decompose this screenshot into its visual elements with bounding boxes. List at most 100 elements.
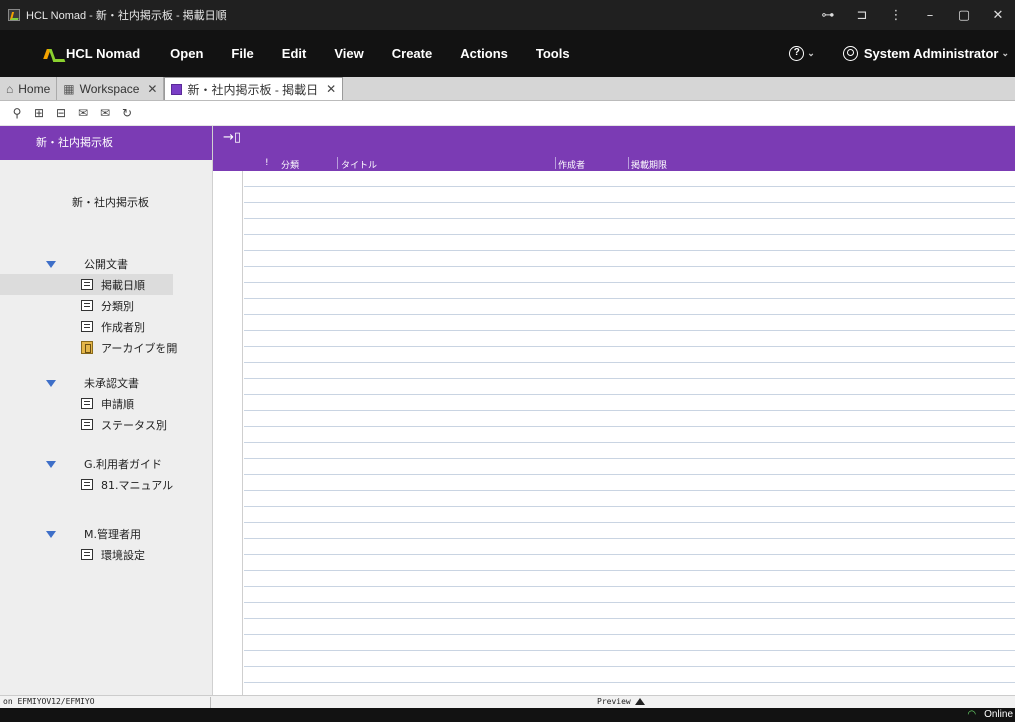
row-separator: [244, 618, 1015, 619]
document-list[interactable]: [244, 171, 1015, 695]
user-menu[interactable]: System Administrator ⌄: [842, 46, 1009, 61]
nav-item-label: アーカイブを開: [101, 341, 178, 355]
hcl-nomad-logo-icon: [44, 47, 62, 61]
menu-actions[interactable]: Actions: [460, 46, 508, 61]
row-separator: [244, 186, 1015, 187]
tab-home[interactable]: ⌂ Home: [0, 77, 58, 100]
column-separator[interactable]: [337, 157, 338, 169]
column-headers: ! 分類 タイトル 作成者 掲載期限: [243, 156, 1015, 171]
tab-bulletin-label: 新・社内掲示板 - 掲載日: [187, 82, 319, 97]
view-icon: [81, 279, 93, 290]
section-header[interactable]: M.管理者用: [0, 524, 213, 544]
nav-item-by-author[interactable]: 作成者別: [0, 316, 213, 337]
column-author[interactable]: 作成者: [558, 158, 585, 171]
column-category[interactable]: 分類: [281, 158, 299, 171]
section-label: 未承認文書: [84, 377, 139, 390]
archive-icon: [81, 341, 93, 354]
refresh-icon[interactable]: ↻: [116, 106, 138, 120]
preview-label: Preview: [597, 697, 631, 706]
preview-toggle[interactable]: Preview: [597, 697, 645, 706]
maximize-button[interactable]: ▢: [947, 8, 981, 23]
close-icon[interactable]: ✕: [326, 82, 336, 96]
row-separator: [244, 202, 1015, 203]
nav-item-by-date[interactable]: 掲載日順: [0, 274, 173, 295]
grid-icon: ▦: [63, 81, 75, 96]
search-icon[interactable]: ⚲: [6, 106, 28, 120]
section-label: M.管理者用: [84, 528, 141, 541]
nav-item-manual[interactable]: 81.マニュアル: [0, 474, 213, 495]
menu-edit[interactable]: Edit: [282, 46, 307, 61]
extension-icon[interactable]: ⊐: [845, 8, 879, 23]
row-separator: [244, 634, 1015, 635]
expand-triangle-icon: [46, 530, 56, 538]
minimize-button[interactable]: –: [913, 8, 947, 23]
view-icon: [81, 549, 93, 560]
row-separator: [244, 490, 1015, 491]
collapse-navigator-icon[interactable]: →▯: [223, 130, 241, 145]
section-header[interactable]: G.利用者ガイド: [0, 454, 213, 474]
row-separator: [244, 570, 1015, 571]
previous-unread-icon[interactable]: ✉: [72, 106, 94, 120]
expand-icon[interactable]: ⊞: [28, 106, 50, 120]
close-icon[interactable]: ✕: [147, 82, 157, 96]
menu-tools[interactable]: Tools: [536, 46, 570, 61]
menu-file[interactable]: File: [231, 46, 253, 61]
section-header[interactable]: 公開文書: [0, 254, 213, 274]
brand-label: HCL Nomad: [66, 46, 141, 61]
row-separator: [244, 362, 1015, 363]
selection-margin[interactable]: [213, 171, 243, 695]
expand-triangle-icon: [46, 260, 56, 268]
nav-item-label: 掲載日順: [101, 278, 145, 292]
nav-item-settings[interactable]: 環境設定: [0, 544, 213, 565]
expand-triangle-icon: [46, 460, 56, 468]
menu-create[interactable]: Create: [392, 46, 432, 61]
view-icon: [81, 479, 93, 490]
view-icon: [81, 300, 93, 311]
section-user-guide: G.利用者ガイド 81.マニュアル: [0, 454, 213, 495]
nav-item-by-status[interactable]: ステータス別: [0, 414, 213, 435]
nav-item-by-category[interactable]: 分類別: [0, 295, 213, 316]
window-titlebar: HCL Nomad - 新・社内掲示板 - 掲載日順 ⊶ ⊐ ⋮ – ▢ ✕: [0, 0, 1015, 30]
row-separator: [244, 426, 1015, 427]
menu-view[interactable]: View: [334, 46, 363, 61]
key-icon[interactable]: ⊶: [811, 8, 845, 23]
close-window-button[interactable]: ✕: [981, 8, 1015, 23]
chevron-down-icon: ⌄: [807, 48, 815, 58]
help-menu[interactable]: ? ⌄: [789, 46, 815, 61]
brand[interactable]: HCL Nomad: [44, 46, 140, 61]
action-toolbar: ⚲ ⊞ ⊟ ✉ ✉ ↻: [0, 101, 1015, 126]
tab-workspace[interactable]: ▦ Workspace ✕: [57, 77, 165, 100]
column-flag[interactable]: !: [265, 158, 269, 168]
view-icon: [81, 398, 93, 409]
more-options-icon[interactable]: ⋮: [879, 8, 913, 23]
column-separator[interactable]: [628, 157, 629, 169]
user-icon: [842, 46, 858, 61]
menubar: HCL Nomad Open File Edit View Create Act…: [0, 30, 1015, 77]
row-separator: [244, 346, 1015, 347]
column-expiry[interactable]: 掲載期限: [631, 158, 667, 171]
section-header[interactable]: 未承認文書: [0, 373, 213, 393]
nav-item-label: ステータス別: [101, 418, 167, 432]
nav-item-by-request[interactable]: 申請順: [0, 393, 213, 414]
connection-status[interactable]: ◠ Online: [967, 709, 1013, 720]
column-separator[interactable]: [555, 157, 556, 169]
row-separator: [244, 394, 1015, 395]
connection-label: Online: [984, 709, 1013, 720]
nav-item-open-archive[interactable]: アーカイブを開: [0, 337, 213, 358]
row-separator: [244, 554, 1015, 555]
collapse-icon[interactable]: ⊟: [50, 106, 72, 120]
home-icon: ⌂: [6, 81, 14, 96]
column-title[interactable]: タイトル: [341, 158, 377, 171]
view-icon: [81, 419, 93, 430]
tab-workspace-label: Workspace: [79, 81, 140, 96]
menu-open[interactable]: Open: [170, 46, 203, 61]
row-separator: [244, 682, 1015, 683]
row-separator: [244, 250, 1015, 251]
next-unread-icon[interactable]: ✉: [94, 106, 116, 120]
navigator-pane: 新・社内掲示板 新・社内掲示板 公開文書 掲載日順 分類別 作成者別 アーカイブ…: [0, 126, 213, 695]
row-separator: [244, 378, 1015, 379]
nav-title: 新・社内掲示板: [72, 196, 149, 209]
triangle-up-icon: [634, 698, 645, 705]
tab-bulletin-board[interactable]: 新・社内掲示板 - 掲載日 ✕: [164, 77, 344, 100]
row-separator: [244, 506, 1015, 507]
